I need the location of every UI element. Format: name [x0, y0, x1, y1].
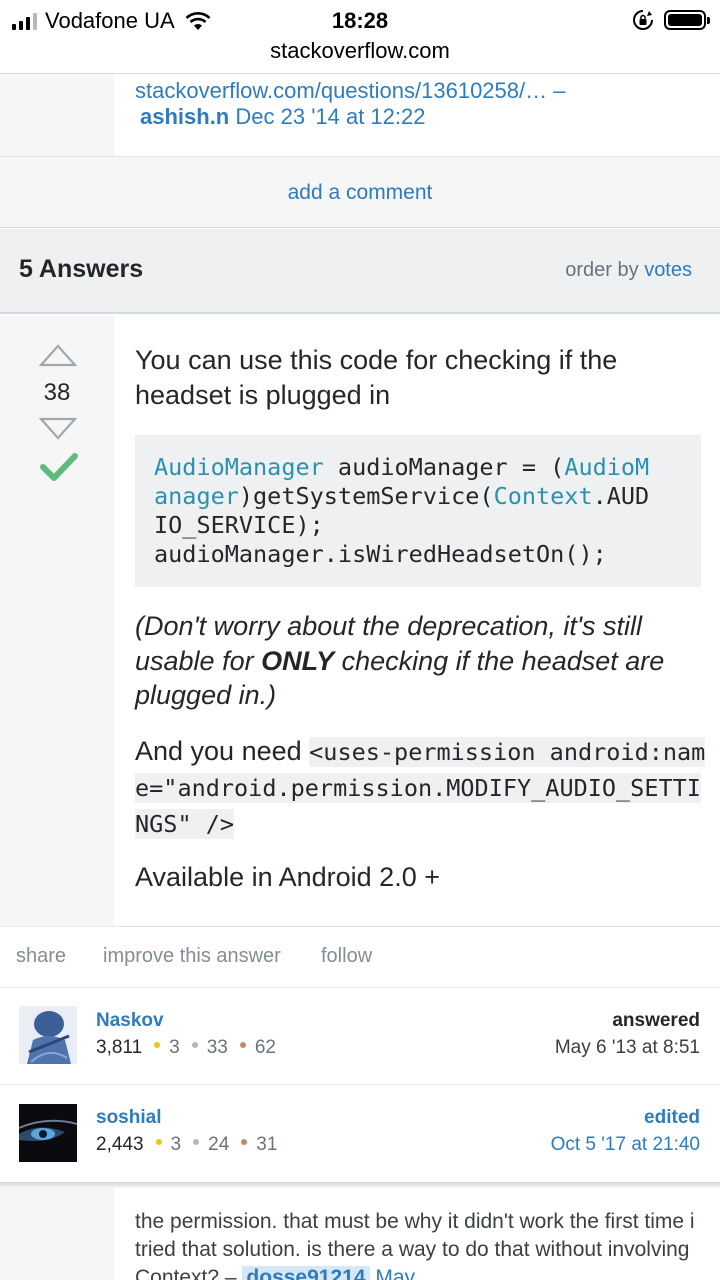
follow-link[interactable]: follow: [321, 945, 372, 968]
answers-count: 5 Answers: [19, 255, 144, 283]
answer-paragraph: You can use this code for checking if th…: [135, 345, 618, 410]
battery-icon: [664, 10, 710, 30]
vote-count: 38: [43, 379, 71, 406]
answer-paragraph: And you need <uses-permission android:na…: [135, 734, 710, 842]
bronze-badge-count: 31: [256, 1134, 278, 1155]
editor-name[interactable]: soshial: [96, 1107, 161, 1129]
upvote-arrow-icon[interactable]: [39, 343, 77, 367]
add-comment-link[interactable]: add a comment: [0, 181, 720, 205]
bronze-badge-icon: [241, 1139, 248, 1145]
silver-badge-icon: [193, 1139, 200, 1145]
comment-author[interactable]: dosse91214: [242, 1266, 370, 1280]
comment-date[interactable]: May: [375, 1266, 415, 1280]
accepted-check-icon: [40, 453, 78, 481]
code-token: AudioManager: [154, 453, 324, 481]
order-by[interactable]: order by votes: [565, 259, 692, 282]
comment-author-line: ashish.n Dec 23 '14 at 12:22: [140, 104, 426, 130]
answerer-reputation: 3,811 3 33 62: [96, 1037, 276, 1059]
code-token: anager: [154, 482, 239, 510]
improve-answer-link[interactable]: improve this answer: [103, 945, 281, 968]
rotation-lock-icon: [633, 10, 653, 30]
gold-badge-icon: [154, 1042, 161, 1048]
comment: the permission. that must be why it didn…: [135, 1208, 695, 1280]
code-token: Context: [493, 482, 593, 510]
code-token: audioManager.isWiredHeadsetOn();: [154, 540, 607, 568]
comment-date[interactable]: Dec 23 '14 at 12:22: [235, 104, 425, 129]
code-block: AudioManager audioManager = (AudioM anag…: [135, 435, 701, 587]
code-token: audioManager = (: [323, 453, 565, 481]
silver-badge-icon: [191, 1042, 198, 1048]
code-token: )getSystemService(: [238, 482, 494, 510]
silver-badge-count: 33: [206, 1037, 228, 1058]
gold-badge-icon: [155, 1139, 162, 1145]
edited-date[interactable]: Oct 5 '17 at 21:40: [551, 1134, 700, 1156]
answered-date: May 6 '13 at 8:51: [554, 1037, 700, 1058]
gold-badge-count: 3: [169, 1037, 180, 1058]
order-by-label: order by: [565, 259, 639, 281]
edited-label[interactable]: edited: [644, 1107, 700, 1129]
code-token: .AUD: [592, 482, 650, 510]
address-bar[interactable]: stackoverflow.com: [0, 38, 720, 64]
comment-author[interactable]: ashish.n: [140, 104, 229, 129]
avatar[interactable]: [19, 1104, 77, 1162]
avatar[interactable]: [19, 1006, 77, 1064]
share-link[interactable]: share: [16, 945, 66, 968]
code-token: AudioM: [564, 453, 650, 481]
status-bar: Vodafone UA 18:28: [0, 0, 720, 40]
reputation-score: 2,443: [96, 1134, 144, 1155]
clock: 18:28: [331, 8, 389, 33]
order-by-value[interactable]: votes: [644, 259, 692, 281]
comment-link[interactable]: stackoverflow.com/questions/13610258/… –: [135, 78, 565, 104]
reputation-score: 3,811: [96, 1037, 143, 1058]
answer-paragraph: Available in Android 2.0 +: [135, 862, 440, 892]
downvote-arrow-icon[interactable]: [39, 417, 77, 441]
answer-note: (Don't worry about the deprecation, it's…: [135, 609, 710, 713]
bronze-badge-count: 62: [254, 1037, 276, 1058]
bronze-badge-icon: [239, 1042, 246, 1048]
editor-reputation: 2,443 3 24 31: [96, 1134, 277, 1156]
paragraph-text: And you need: [135, 736, 310, 766]
answerer-name[interactable]: Naskov: [96, 1010, 164, 1032]
answered-label: answered: [612, 1010, 700, 1031]
code-token: IO_SERVICE);: [154, 511, 324, 539]
silver-badge-count: 24: [208, 1134, 230, 1155]
gold-badge-count: 3: [170, 1134, 182, 1155]
note-emphasis: ONLY: [261, 645, 335, 676]
vote-column: [0, 316, 114, 926]
